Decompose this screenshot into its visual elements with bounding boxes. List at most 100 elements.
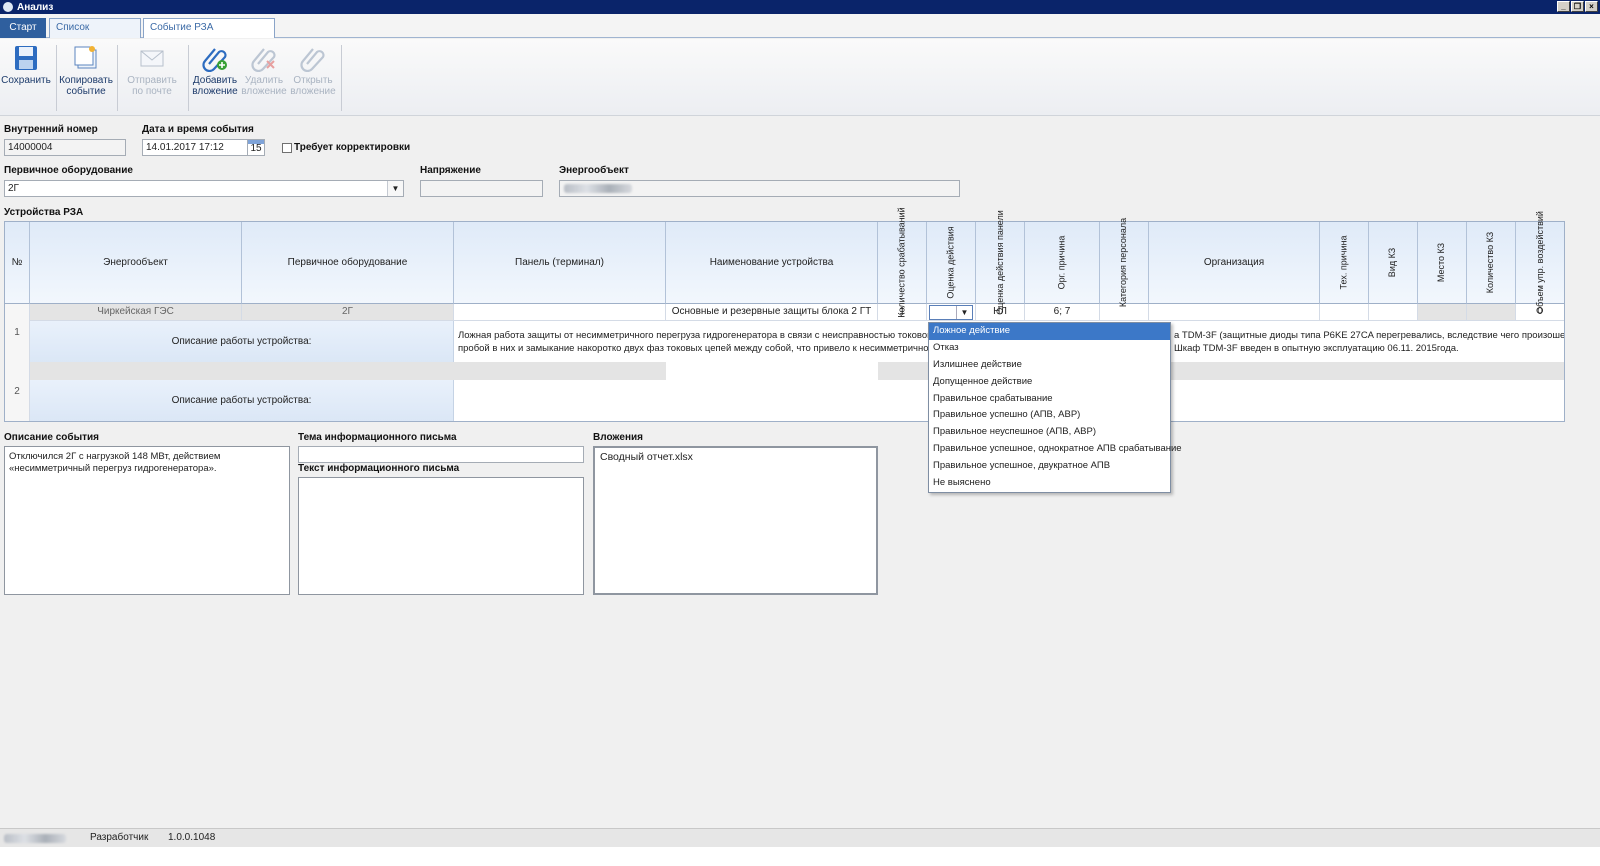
column-header[interactable]: Количество срабатываний	[878, 207, 927, 318]
toolbar-separator	[117, 45, 118, 111]
close-window-button[interactable]: ×	[1585, 1, 1598, 12]
column-header[interactable]: Панель (терминал)	[454, 222, 666, 304]
tab-bar: Старт Список событий✕ Событие РЗА №14000…	[0, 14, 1600, 51]
table-cell[interactable]: 6; 7	[1025, 304, 1100, 321]
open-attachment-button[interactable]: Открыть вложение	[283, 44, 343, 97]
chevron-down-icon[interactable]: ▼	[956, 306, 972, 319]
dropdown-option[interactable]: Правильное неуспешное (АПВ, АВР)	[929, 424, 1170, 441]
column-header[interactable]: Вид КЗ	[1369, 222, 1418, 304]
event-desc-line: «несимметричный перегруз гидрогенератора…	[9, 463, 217, 474]
send-by-mail-button[interactable]: Отправить по почте	[122, 44, 182, 97]
copy-event-icon	[74, 46, 97, 69]
dropdown-option[interactable]: Не выяснено	[929, 475, 1170, 492]
chevron-down-icon[interactable]: ▼	[387, 181, 403, 196]
letter-subject-label: Тема информационного письма	[298, 432, 457, 443]
attachments-list[interactable]: Сводный отчет.xlsx	[593, 446, 878, 595]
column-header-label: Оценка действия	[945, 226, 956, 299]
table-cell[interactable]: 2Г	[242, 304, 454, 321]
column-header-label: Тех. причина	[1338, 235, 1349, 290]
tab-event-list[interactable]: Список событий✕	[49, 18, 141, 51]
energy-object-label: Энергообъект	[559, 165, 629, 176]
table-cell[interactable]	[1467, 304, 1516, 321]
status-bar: Разработчик 1.0.0.1048	[0, 828, 1600, 847]
tab-start[interactable]: Старт	[0, 18, 46, 38]
table-cell[interactable]: Чиркейская ГЭС	[30, 304, 242, 321]
table-cell[interactable]: НЛ	[976, 304, 1025, 321]
dropdown-option[interactable]: Правильное успешное, однократное АПВ сра…	[929, 441, 1182, 458]
primary-equipment-select[interactable]: 2Г ▼	[4, 180, 404, 197]
blurred-value	[564, 184, 632, 193]
send-by-mail-label: Отправить по почте	[127, 75, 177, 97]
table-cell[interactable]: Основные и резервные защиты блока 2 ГТ	[666, 304, 878, 321]
column-header-label: Вид КЗ	[1387, 247, 1398, 278]
open-attachment-label: Открыть вложение	[290, 75, 336, 97]
dropdown-option[interactable]: Правильное успешное, двукратное АПВ	[929, 458, 1170, 475]
column-header-label: Объем упр. воздействий	[1534, 211, 1545, 314]
column-header[interactable]: Количество КЗ	[1467, 222, 1516, 304]
column-header-label: Место КЗ	[1436, 242, 1447, 283]
minimize-button[interactable]: _	[1557, 1, 1570, 12]
table-cell[interactable]	[1320, 304, 1369, 321]
voltage-label: Напряжение	[420, 165, 481, 176]
letter-subject-input[interactable]	[298, 446, 584, 463]
tab-start-label: Старт	[9, 22, 37, 33]
window-title: Анализ	[17, 1, 54, 13]
restore-button[interactable]: ❐	[1571, 1, 1584, 12]
letter-text-textarea[interactable]	[298, 477, 584, 595]
column-header-label: Количество срабатываний	[896, 207, 907, 318]
column-header[interactable]: Оценка действия	[927, 222, 976, 304]
tab-event-rza[interactable]: Событие РЗА №14000004✕	[143, 18, 275, 51]
letter-text-label: Текст информационного письма	[298, 463, 460, 474]
event-desc-line: Отключился 2Г с нагрузкой 148 МВт, дейст…	[9, 451, 221, 462]
table-cell[interactable]	[1100, 304, 1149, 321]
table-cell[interactable]	[1418, 304, 1467, 321]
column-header-label: Орг. причина	[1056, 235, 1067, 290]
device-desc-text-right[interactable]: а TDM-3F (защитные диоды типа P6KE 27CA …	[1170, 326, 1564, 362]
app-icon	[3, 2, 13, 12]
dropdown-option[interactable]: Правильное успешно (АПВ, АВР)	[929, 407, 1170, 424]
column-header[interactable]: Тех. причина	[1320, 222, 1369, 304]
column-header-label: Количество КЗ	[1485, 231, 1496, 294]
attachments-label: Вложения	[593, 432, 643, 443]
action-score-dropdown[interactable]: ▼	[929, 305, 973, 320]
dropdown-option[interactable]: Ложное действие	[929, 323, 1170, 340]
column-header[interactable]: Место КЗ	[1418, 222, 1467, 304]
table-cell[interactable]	[454, 304, 666, 321]
attachment-item[interactable]: Сводный отчет.xlsx	[600, 451, 871, 463]
column-header[interactable]: Орг. причина	[1025, 222, 1100, 304]
dropdown-option[interactable]: Правильное срабатывание	[929, 391, 1170, 408]
internal-number-label: Внутренний номер	[4, 124, 98, 135]
copy-event-label: Копировать событие	[59, 75, 113, 97]
column-header[interactable]: Категория персонала	[1100, 218, 1149, 307]
table-cell[interactable]: 1	[878, 304, 927, 321]
column-header[interactable]: Объем упр. воздействий	[1516, 211, 1564, 314]
calendar-icon[interactable]: 15	[247, 139, 265, 156]
column-header[interactable]: Энергообъект	[30, 222, 242, 304]
voltage-field[interactable]	[420, 180, 543, 197]
datetime-field[interactable]: 14.01.2017 17:12	[142, 139, 248, 156]
title-bar: Анализ _ ❐ ×	[0, 0, 1600, 14]
table-cell[interactable]	[666, 362, 878, 380]
table-cell[interactable]: 0	[1516, 304, 1564, 321]
needs-correction-checkbox[interactable]	[282, 143, 292, 153]
column-header[interactable]: Наименование устройства	[666, 222, 878, 304]
column-header[interactable]: Первичное оборудование	[242, 222, 454, 304]
internal-number-field[interactable]: 14000004	[4, 139, 126, 156]
dropdown-option[interactable]: Отказ	[929, 340, 1170, 357]
event-desc-textarea[interactable]: Отключился 2Г с нагрузкой 148 МВт, дейст…	[4, 446, 290, 595]
rza-section-label: Устройства РЗА	[4, 207, 84, 218]
column-header[interactable]: Оценка действия панели	[976, 210, 1025, 315]
table-cell[interactable]	[1369, 304, 1418, 321]
dropdown-option[interactable]: Излишнее действие	[929, 357, 1170, 374]
envelope-icon	[140, 50, 164, 67]
energy-object-field[interactable]	[559, 180, 960, 197]
dropdown-option[interactable]: Допущенное действие	[929, 374, 1170, 391]
save-label: Сохранить	[1, 75, 51, 86]
table-cell[interactable]	[1149, 304, 1320, 321]
column-header[interactable]: Организация	[1149, 222, 1320, 304]
save-button[interactable]: Сохранить	[0, 44, 56, 86]
copy-event-button[interactable]: Копировать событие	[56, 44, 116, 97]
device-desc-line: а TDM-3F (защитные диоды типа P6KE 27CA …	[1174, 330, 1564, 341]
column-header[interactable]: №	[5, 222, 30, 304]
device-desc-text-left[interactable]: Ложная работа защиты от несимметричного …	[454, 326, 929, 362]
